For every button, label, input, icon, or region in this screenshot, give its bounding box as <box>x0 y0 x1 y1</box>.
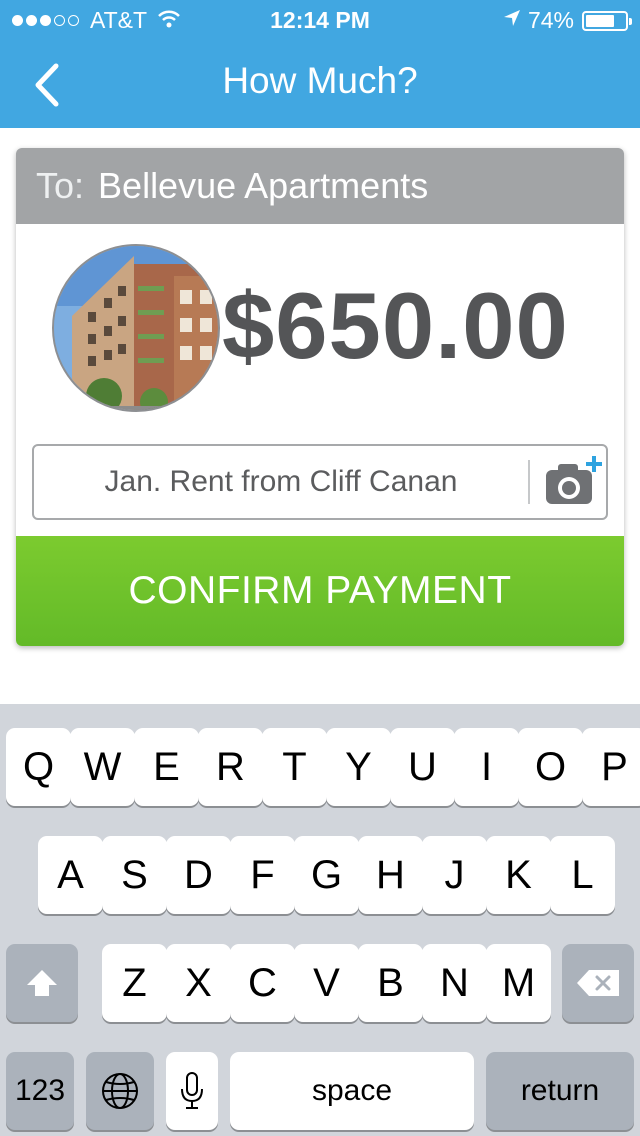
globe-key[interactable] <box>86 1052 154 1130</box>
battery-fill <box>586 14 615 27</box>
battery-percent: 74% <box>527 7 574 33</box>
recipient-name: Bellevue Apartments <box>98 165 429 206</box>
key-i[interactable]: I <box>454 728 519 806</box>
key-k[interactable]: K <box>486 836 551 914</box>
shift-icon <box>27 970 57 996</box>
battery-icon <box>582 10 632 31</box>
keyboard: 123 space return QWERTYUIOP ASDFGHJKL ZXCV… <box>0 704 640 1136</box>
status-right: 74% <box>502 7 632 34</box>
delete-key[interactable] <box>562 944 634 1022</box>
key-n[interactable]: N <box>422 944 487 1022</box>
recipient-avatar <box>52 244 220 412</box>
page-title: How Much? <box>222 60 418 101</box>
globe-icon <box>102 1073 138 1109</box>
key-l[interactable]: L <box>550 836 615 914</box>
key-q[interactable]: Q <box>6 728 71 806</box>
delete-icon <box>577 970 619 996</box>
key-b[interactable]: B <box>358 944 423 1022</box>
microphone-icon <box>181 1072 203 1109</box>
key-x[interactable]: X <box>166 944 231 1022</box>
key-z[interactable]: Z <box>102 944 167 1022</box>
payment-card: To: Bellevue Apartments $650.00 Jan. Ren… <box>16 148 624 646</box>
key-v[interactable]: V <box>294 944 359 1022</box>
memo-field <box>32 444 608 520</box>
key-t[interactable]: T <box>262 728 327 806</box>
key-u[interactable]: U <box>390 728 455 806</box>
numbers-key[interactable]: 123 <box>6 1052 74 1130</box>
confirm-payment-button[interactable]: CONFIRM PAYMENT <box>16 536 624 646</box>
key-o[interactable]: O <box>518 728 583 806</box>
memo-divider <box>528 460 530 504</box>
payment-amount: $650.00 <box>222 273 569 378</box>
key-r[interactable]: R <box>198 728 263 806</box>
shift-key[interactable] <box>6 944 78 1022</box>
status-bar: AT&T 12:14 PM 74% <box>0 0 640 40</box>
camera-add-icon <box>546 456 602 504</box>
key-d[interactable]: D <box>166 836 231 914</box>
dictation-key[interactable] <box>166 1052 218 1130</box>
key-f[interactable]: F <box>230 836 295 914</box>
key-c[interactable]: C <box>230 944 295 1022</box>
key-g[interactable]: G <box>294 836 359 914</box>
key-y[interactable]: Y <box>326 728 391 806</box>
key-m[interactable]: M <box>486 944 551 1022</box>
key-s[interactable]: S <box>102 836 167 914</box>
location-arrow-icon <box>502 7 522 34</box>
key-w[interactable]: W <box>70 728 135 806</box>
memo-input[interactable] <box>34 446 528 518</box>
key-e[interactable]: E <box>134 728 199 806</box>
apartment-building-image <box>54 246 218 410</box>
to-label: To: <box>36 165 85 206</box>
key-p[interactable]: P <box>582 728 640 806</box>
return-key[interactable]: return <box>486 1052 634 1130</box>
add-photo-button[interactable] <box>540 452 606 512</box>
key-a[interactable]: A <box>38 836 103 914</box>
app-header: AT&T 12:14 PM 74% How Much? <box>0 0 640 128</box>
key-j[interactable]: J <box>422 836 487 914</box>
space-key[interactable]: space <box>230 1052 474 1130</box>
recipient-bar: To: Bellevue Apartments <box>16 148 624 224</box>
key-h[interactable]: H <box>358 836 423 914</box>
